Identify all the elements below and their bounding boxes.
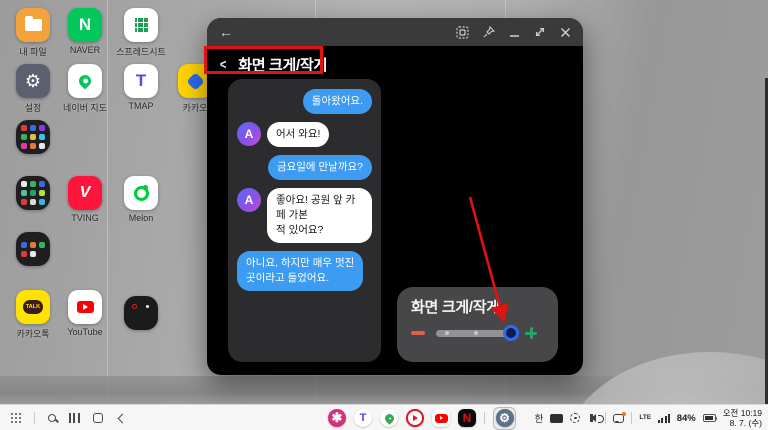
smart-view-icon[interactable] <box>570 413 581 423</box>
taskbar-settings-active[interactable]: ⚙ <box>493 406 516 430</box>
avatar: A <box>237 122 261 146</box>
app-folder-icon <box>16 120 50 154</box>
speaker-icon[interactable] <box>587 414 605 423</box>
recent-apps-icon[interactable] <box>69 413 80 423</box>
close-icon[interactable] <box>560 27 571 38</box>
panel-title: 화면 크게/작게 <box>411 299 500 316</box>
date-label: 8. 7. (수) <box>729 418 762 428</box>
icon-label: Melon <box>128 213 154 223</box>
chat-bubble-received: 좋아요! 공원 앞 카페 가본 적 있어요? <box>267 188 372 243</box>
desktop-icon-sheets[interactable]: 스프레드시트 <box>113 8 169 58</box>
signal-bars-icon <box>658 413 670 423</box>
divider <box>34 412 36 424</box>
slider-tick <box>445 331 449 335</box>
dark-app-icon <box>124 296 158 330</box>
tving-icon: V <box>68 176 102 210</box>
time-label: 오전 10:19 <box>722 408 762 418</box>
desktop-icon-tmap[interactable]: T TMAP <box>113 64 169 111</box>
minimize-icon[interactable] <box>509 27 520 38</box>
slider-tick <box>474 331 478 335</box>
desktop-icon-dark-app[interactable] <box>113 296 169 330</box>
keyboard-icon[interactable] <box>550 413 564 423</box>
app-folder-icon <box>16 232 50 266</box>
divider <box>484 412 485 424</box>
icon-label: 설정 <box>24 103 42 113</box>
chat-bubble-sent: 아니요, 하지만 매우 멋진 곳이라고 들었어요. <box>237 251 364 291</box>
taskbar-red-play-app-icon[interactable] <box>406 409 424 427</box>
icon-label: 카카오 <box>182 103 208 113</box>
titlebar-back-button[interactable]: ← <box>219 24 233 40</box>
desktop-icon-youtube[interactable]: YouTube <box>57 290 113 337</box>
taskbar: ✱ T N ⚙ 한 LTE 84% 오전 10:19 8. 7. (수) <box>0 404 768 430</box>
divider <box>605 412 607 424</box>
clock[interactable]: 오전 10:19 8. 7. (수) <box>723 408 762 428</box>
minus-icon[interactable] <box>411 331 425 335</box>
settings-icon: ⚙ <box>16 64 50 98</box>
naver-icon: N <box>68 8 102 42</box>
youtube-icon <box>68 290 102 324</box>
zoom-slider[interactable] <box>436 325 519 341</box>
desktop-app-folder-2[interactable] <box>5 176 61 210</box>
taskbar-flower-app-icon[interactable]: ✱ <box>328 409 346 427</box>
icon-label: YouTube <box>67 327 103 337</box>
slider-handle[interactable] <box>503 325 519 341</box>
plus-icon[interactable] <box>525 327 537 339</box>
popup-view-icon[interactable] <box>456 25 469 39</box>
icon-label: NAVER <box>69 45 101 55</box>
desktop-icon-naver[interactable]: N NAVER <box>57 8 113 55</box>
sheets-icon <box>124 8 158 42</box>
desktop-app-folder-3[interactable] <box>5 232 61 266</box>
search-icon[interactable] <box>48 414 57 422</box>
melon-icon <box>124 176 158 210</box>
pin-icon[interactable] <box>483 26 495 38</box>
screen-zoom-panel: 화면 크게/작게 <box>397 287 558 362</box>
desktop: 내 파일 N NAVER 스프레드시트 ⚙ 설정 네이버 지도 T TMAP 카… <box>0 0 768 430</box>
desktop-icon-melon[interactable]: Melon <box>113 176 169 223</box>
desktop-app-folder-1[interactable] <box>5 120 61 154</box>
naver-map-icon <box>68 64 102 98</box>
desktop-icon-settings[interactable]: ⚙ 설정 <box>5 64 61 114</box>
taskbar-maps-icon[interactable] <box>380 409 398 427</box>
chat-preview-panel: 돌아왔어요. A 어서 와요! 금요일에 만날까요? A 좋아요! 공원 앞 카… <box>228 79 381 362</box>
taskbar-tmap-icon[interactable]: T <box>354 409 372 427</box>
chat-row-received: A 어서 와요! <box>237 122 372 147</box>
avatar: A <box>237 188 261 212</box>
icon-label: TMAP <box>128 101 154 111</box>
notification-bubble-icon[interactable] <box>613 411 626 423</box>
battery-percent: 84% <box>676 412 696 424</box>
window-titlebar[interactable]: ← <box>207 18 583 46</box>
my-files-icon <box>16 8 50 42</box>
tmap-icon: T <box>124 64 158 98</box>
home-icon[interactable] <box>92 413 103 423</box>
divider <box>631 412 633 424</box>
annotation-highlight-box <box>204 46 323 74</box>
desktop-icon-kakaotalk[interactable]: TALK 카카오톡 <box>5 290 61 340</box>
icon-label: 내 파일 <box>19 47 47 57</box>
taskbar-netflix-icon[interactable]: N <box>458 409 476 427</box>
taskbar-youtube-icon[interactable] <box>432 409 450 427</box>
icon-label: 카카오톡 <box>16 329 50 339</box>
chat-bubble-sent: 돌아왔어요. <box>302 89 372 114</box>
kakaotalk-icon: TALK <box>16 290 50 324</box>
maximize-icon[interactable] <box>534 26 546 38</box>
icon-label: 네이버 지도 <box>63 103 107 113</box>
chat-row-received: A 좋아요! 공원 앞 카페 가본 적 있어요? <box>237 188 372 243</box>
desktop-icon-naver-map[interactable]: 네이버 지도 <box>57 64 113 114</box>
app-folder-icon <box>16 176 50 210</box>
settings-gear-icon: ⚙ <box>495 409 514 427</box>
desktop-icon-tving[interactable]: V TVING <box>57 176 113 223</box>
desktop-icon-my-files[interactable]: 내 파일 <box>5 8 61 58</box>
icon-label: 스프레드시트 <box>116 47 166 57</box>
language-indicator[interactable]: 한 <box>535 411 544 425</box>
icon-label: TVING <box>71 213 99 223</box>
chat-bubble-sent: 금요일에 만날까요? <box>267 155 372 180</box>
battery-icon <box>702 414 718 422</box>
chat-bubble-received: 어서 와요! <box>267 122 330 147</box>
back-icon[interactable] <box>116 413 128 423</box>
network-type-indicator: LTE <box>639 414 652 421</box>
